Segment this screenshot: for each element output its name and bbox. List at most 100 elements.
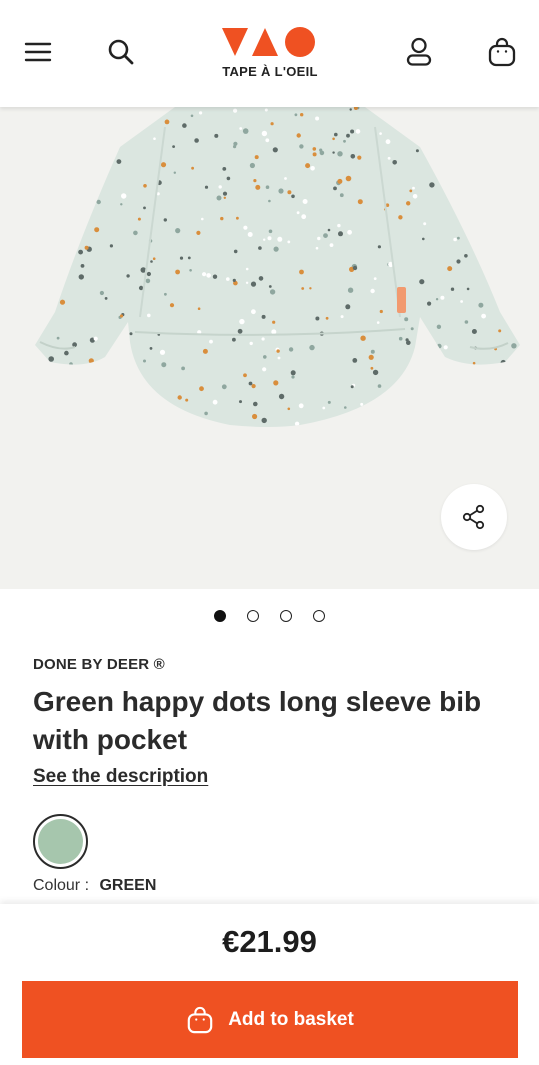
menu-button[interactable] <box>18 34 58 70</box>
bib-dot <box>437 343 442 349</box>
carousel-dot-1[interactable] <box>214 610 226 622</box>
bib-dot <box>242 128 249 134</box>
share-button[interactable] <box>441 484 507 550</box>
bib-dot <box>46 166 52 172</box>
bib-dot <box>152 257 156 260</box>
bib-dot <box>189 269 192 272</box>
bib-dot <box>514 404 518 409</box>
bib-dot <box>35 114 39 119</box>
bib-dot <box>68 151 72 155</box>
carousel-dot-4[interactable] <box>313 610 325 622</box>
bib-dot <box>477 114 482 118</box>
brand-logo[interactable]: TAPE À L'OEIL <box>214 24 326 84</box>
bib-dot <box>250 281 257 287</box>
bib-dot <box>422 237 425 241</box>
colour-row: Colour : GREEN <box>33 877 156 895</box>
bib-dot <box>30 418 34 422</box>
bib-dot <box>232 278 236 282</box>
bib-dot <box>422 331 427 337</box>
bib-dot <box>502 154 507 160</box>
bib-dot <box>163 218 167 222</box>
bib-dot <box>88 358 94 364</box>
carousel-dot-2[interactable] <box>247 610 259 622</box>
bib-dot <box>149 347 153 350</box>
bib-dot <box>40 258 46 264</box>
bib-dot <box>412 186 415 190</box>
bib-dot <box>116 159 122 164</box>
bib-dot <box>252 413 258 420</box>
bib-dot <box>471 329 477 334</box>
see-description-link[interactable]: See the description <box>33 766 208 788</box>
bib-dot <box>173 171 176 174</box>
bib-dot <box>233 249 238 254</box>
colour-swatch-green[interactable] <box>33 814 88 869</box>
bib-dot <box>146 271 151 277</box>
bib-dot <box>498 329 502 333</box>
bib-dot <box>181 366 186 371</box>
bib-dot <box>344 406 347 409</box>
bib-dot <box>345 175 352 182</box>
bib-dot <box>150 260 153 263</box>
bib-dot <box>251 384 256 389</box>
bib-dot <box>372 369 379 376</box>
product-brand[interactable]: DONE BY DEER ® <box>33 656 165 673</box>
bib-dot <box>129 332 133 336</box>
bib-dot <box>388 403 391 407</box>
bib-dot <box>103 382 107 386</box>
bib-dot <box>68 198 74 204</box>
bib-dot <box>332 151 335 154</box>
bib-dot <box>143 359 146 363</box>
bib-dot <box>404 317 409 322</box>
bib-dot <box>226 176 231 181</box>
bib-dot <box>172 145 176 148</box>
bib-dot <box>398 336 403 341</box>
account-button[interactable] <box>398 32 440 72</box>
bib-dot <box>78 249 83 255</box>
bib-dot <box>347 229 352 235</box>
bib-dot <box>38 214 41 218</box>
bib-dot <box>204 185 209 189</box>
search-button[interactable] <box>100 32 142 72</box>
bib-dot <box>236 216 239 220</box>
bib-dot <box>160 162 167 168</box>
bib-dot <box>492 210 498 215</box>
bib-dot <box>83 210 87 214</box>
bib-dot <box>445 115 448 119</box>
bib-dot <box>273 246 279 252</box>
bib-dot <box>272 147 278 153</box>
bib-dot <box>333 186 337 191</box>
bib-dot <box>28 205 33 210</box>
bib-dot <box>202 348 208 354</box>
bib-dot <box>301 287 305 290</box>
menu-icon <box>24 42 52 62</box>
bib-dot <box>347 287 354 293</box>
bib-dot <box>93 108 98 114</box>
bib-dot <box>511 343 517 349</box>
bib-dot <box>161 412 166 417</box>
bib-dot <box>453 237 457 242</box>
bib-dot <box>466 287 470 291</box>
bib-dot <box>493 107 498 110</box>
colour-value: GREEN <box>99 877 157 894</box>
bib-dot <box>368 354 374 360</box>
bib-dot <box>111 359 116 364</box>
bib-dot <box>173 425 176 427</box>
bib-dot <box>264 108 268 112</box>
bib-dot <box>416 109 422 115</box>
bag-icon <box>187 1006 213 1033</box>
bib-dot <box>239 127 243 130</box>
bib-dot <box>204 411 208 416</box>
add-to-basket-button[interactable]: Add to basket <box>22 981 518 1058</box>
bib-dot <box>334 132 338 137</box>
bib-dot <box>329 243 334 248</box>
bib-dot <box>143 184 147 188</box>
bib-dot <box>84 245 89 250</box>
bib-dot <box>109 107 115 111</box>
bib-dot <box>510 210 516 217</box>
bib-dot <box>360 402 364 406</box>
carousel-dot-3[interactable] <box>280 610 292 622</box>
bib-dot <box>345 304 351 310</box>
bib-dot <box>216 195 222 201</box>
basket-button[interactable] <box>480 32 524 72</box>
bib-dot <box>127 128 133 134</box>
